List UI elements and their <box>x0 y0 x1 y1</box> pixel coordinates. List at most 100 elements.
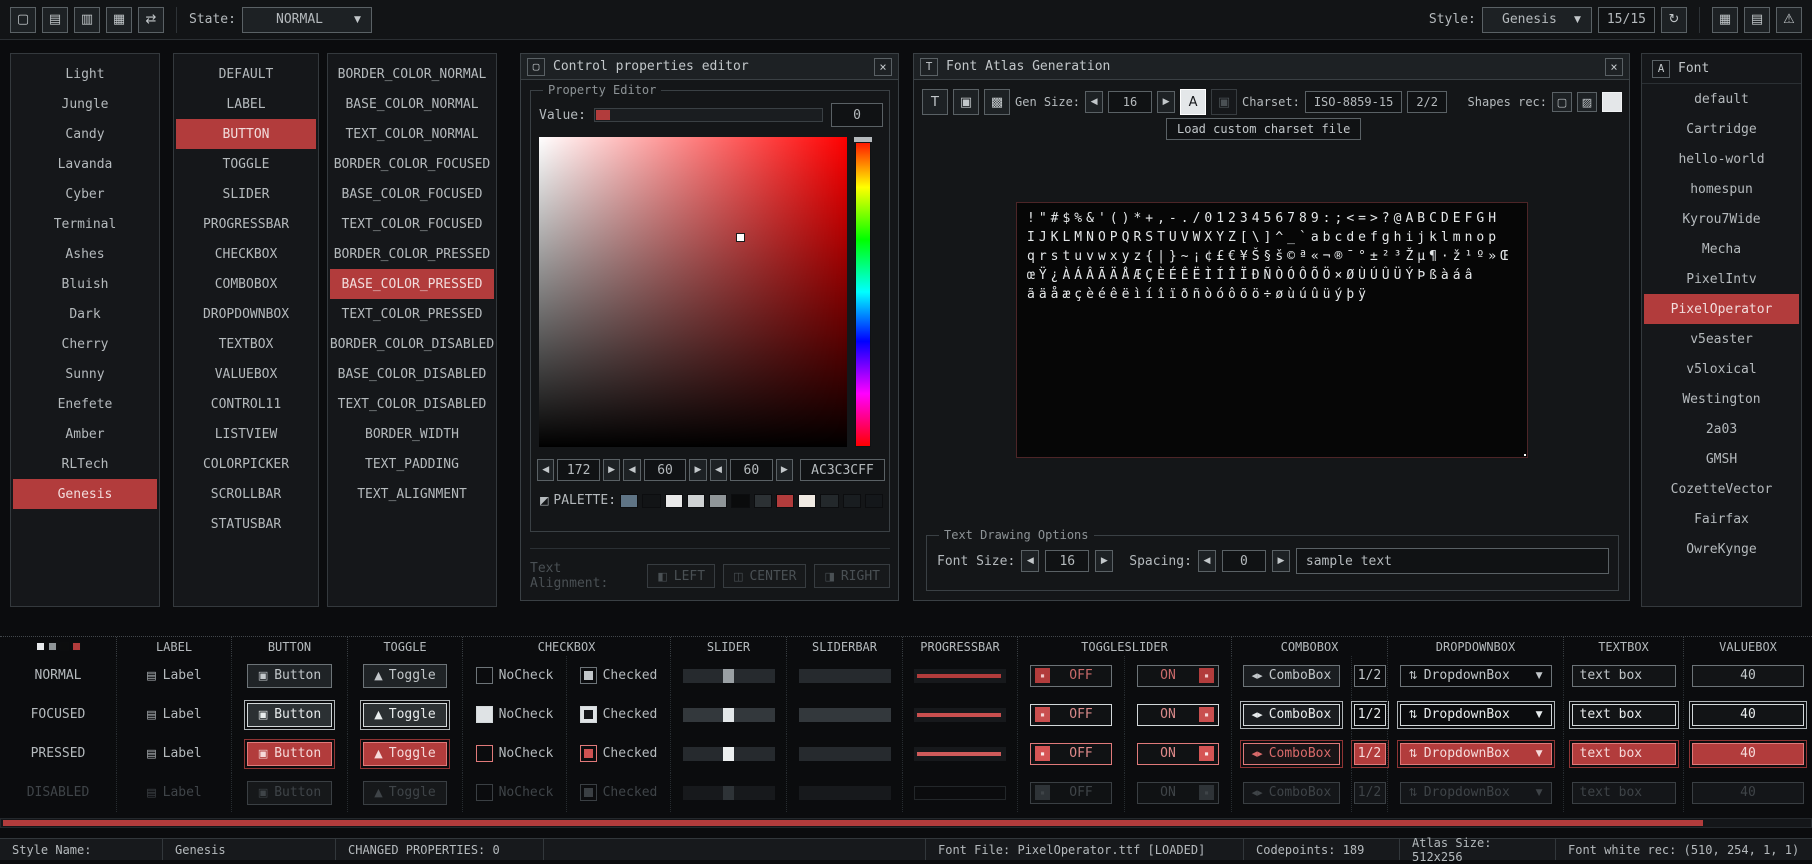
atlas-image-button[interactable]: ▣ <box>953 89 979 115</box>
button-demo[interactable]: ▣ Button <box>243 699 336 730</box>
gen-size-increase-button[interactable]: ▶ <box>1157 91 1176 113</box>
control-item[interactable]: COLORPICKER <box>176 449 316 479</box>
sliderbar-demo[interactable] <box>798 707 891 722</box>
style-item-selected[interactable]: Genesis <box>13 479 157 509</box>
style-item[interactable]: Lavanda <box>13 149 157 179</box>
combobox-demo[interactable]: ◂▸ ComboBox <box>1242 664 1341 687</box>
toggle-knob[interactable]: ▪ <box>1035 707 1050 722</box>
slider-knob[interactable] <box>722 707 734 722</box>
toggle-demo[interactable]: ▲ Toggle <box>363 780 447 805</box>
palette-swatch[interactable] <box>842 493 861 508</box>
toggle-demo[interactable]: ▲ Toggle <box>363 663 447 688</box>
toggleslider-off-demo[interactable]: ▪ OFF <box>1030 664 1112 687</box>
toggleslider-off-demo[interactable]: ▪ OFF <box>1030 703 1112 726</box>
palette-swatch[interactable] <box>753 493 772 508</box>
control-item[interactable]: TOGGLE <box>176 149 316 179</box>
toggleslider-on-demo[interactable]: ▪ ON <box>1137 781 1219 804</box>
green-value-box[interactable]: 60 <box>643 459 687 481</box>
property-item[interactable]: BORDER_COLOR_DISABLED <box>330 329 494 359</box>
property-item[interactable]: BASE_COLOR_NORMAL <box>330 89 494 119</box>
palette-swatch[interactable] <box>864 493 884 508</box>
about-button[interactable]: ⚠ <box>1776 6 1802 33</box>
font-item-selected[interactable]: PixelOperator <box>1644 294 1799 324</box>
checkbox-unchecked[interactable] <box>475 706 493 723</box>
font-size-value-box[interactable]: 16 <box>1045 550 1090 572</box>
checkbox-unchecked[interactable] <box>475 745 493 762</box>
toggle-demo[interactable]: ▲ Toggle <box>360 699 450 730</box>
spinner-right-button[interactable]: ▶ <box>775 459 794 481</box>
control-item-selected[interactable]: BUTTON <box>176 119 316 149</box>
sliderbar-demo[interactable] <box>798 785 891 800</box>
control-item[interactable]: LABEL <box>176 89 316 119</box>
textbox-demo[interactable]: text box <box>1571 664 1676 687</box>
export-atlas-button[interactable]: ▩ <box>984 89 1010 115</box>
toggle-knob[interactable]: ▪ <box>1035 668 1050 683</box>
spacing-increase-button[interactable]: ▶ <box>1271 550 1290 572</box>
property-item[interactable]: BASE_COLOR_FOCUSED <box>330 179 494 209</box>
toggle-knob[interactable]: ▪ <box>1035 785 1050 800</box>
toggle-knob[interactable]: ▪ <box>1199 707 1214 722</box>
combobox-counter[interactable]: 1/2 <box>1353 781 1386 804</box>
property-item[interactable]: TEXT_COLOR_FOCUSED <box>330 209 494 239</box>
combobox-demo[interactable]: ◂▸ ComboBox <box>1239 739 1344 768</box>
style-item[interactable]: Ashes <box>13 239 157 269</box>
control-item[interactable]: PROGRESSBAR <box>176 209 316 239</box>
font-item[interactable]: CozetteVector <box>1644 474 1799 504</box>
slider-knob[interactable] <box>722 785 734 800</box>
valuebox-demo[interactable]: 40 <box>1689 700 1807 729</box>
style-item[interactable]: RLTech <box>13 449 157 479</box>
palette-swatch[interactable] <box>820 493 839 508</box>
hue-handle[interactable] <box>853 136 873 143</box>
property-item[interactable]: TEXT_COLOR_PRESSED <box>330 299 494 329</box>
checkbox-checked[interactable] <box>579 784 597 801</box>
color-picker-panel[interactable] <box>539 137 847 447</box>
shapes-rec-outline-button[interactable]: ▢ <box>1552 92 1572 112</box>
combobox-demo[interactable]: ◂▸ ComboBox <box>1242 781 1341 804</box>
palette-swatch[interactable] <box>709 493 728 508</box>
palette-swatch[interactable] <box>642 493 661 508</box>
checkbox-unchecked[interactable] <box>475 784 493 801</box>
value-box[interactable]: 0 <box>831 103 883 127</box>
checkbox-checked[interactable] <box>579 706 597 723</box>
control-item[interactable]: DEFAULT <box>176 59 316 89</box>
horizontal-scrollbar[interactable] <box>0 818 1812 828</box>
toggleslider-on-demo[interactable]: ▪ ON <box>1137 664 1219 687</box>
charset-preview-button[interactable]: ▣ <box>1211 89 1238 115</box>
atlas-titlebar[interactable]: T Font Atlas Generation × <box>914 54 1629 80</box>
property-item[interactable]: BORDER_COLOR_NORMAL <box>330 59 494 89</box>
font-item[interactable]: Kyrou7Wide <box>1644 204 1799 234</box>
close-button[interactable]: × <box>1605 57 1623 76</box>
font-atlas-preview[interactable]: !"#$%&'()*+,-./0123456789:;<=>?@ABCDEFGH… <box>1016 202 1528 458</box>
palette-swatch[interactable] <box>775 493 795 508</box>
style-dropdown[interactable]: Genesis ▼ <box>1481 6 1592 33</box>
close-button[interactable]: × <box>874 57 892 76</box>
palette-swatch[interactable] <box>664 493 683 508</box>
align-center-button[interactable]: ◫ CENTER <box>723 564 807 588</box>
charset-value-box[interactable]: ISO-8859-15 <box>1304 91 1403 113</box>
font-item[interactable]: PixelIntv <box>1644 264 1799 294</box>
spinner-left-button[interactable]: ◀ <box>709 459 728 481</box>
slider-demo[interactable] <box>682 785 775 800</box>
export-style-button[interactable]: ▦ <box>106 6 132 33</box>
blue-value-box[interactable]: 60 <box>730 459 773 481</box>
style-sheet-button[interactable]: ▤ <box>1744 6 1770 33</box>
font-item[interactable]: Mecha <box>1644 234 1799 264</box>
controls-table-image-button[interactable]: ▦ <box>1712 6 1738 33</box>
editor-titlebar[interactable]: ▢ Control properties editor × <box>521 54 898 80</box>
control-item[interactable]: LISTVIEW <box>176 419 316 449</box>
font-item[interactable]: homespun <box>1644 174 1799 204</box>
slider-demo[interactable] <box>682 668 775 683</box>
red-value-box[interactable]: 172 <box>557 459 600 481</box>
shapes-rec-hatch-button[interactable]: ▨ <box>1577 92 1597 112</box>
sample-text-input[interactable] <box>1295 548 1609 574</box>
spinner-right-button[interactable]: ▶ <box>689 459 707 481</box>
toggle-knob[interactable]: ▪ <box>1199 746 1214 761</box>
slider-demo[interactable] <box>682 707 775 722</box>
font-item[interactable]: 2a03 <box>1644 414 1799 444</box>
spinner-left-button[interactable]: ◀ <box>623 459 641 481</box>
toggle-knob[interactable]: ▪ <box>1199 785 1214 800</box>
style-item[interactable]: Dark <box>13 299 157 329</box>
toggleslider-off-demo[interactable]: ▪ OFF <box>1030 742 1112 765</box>
style-item[interactable]: Enefete <box>13 389 157 419</box>
shapes-rec-white-button[interactable] <box>1602 92 1622 112</box>
